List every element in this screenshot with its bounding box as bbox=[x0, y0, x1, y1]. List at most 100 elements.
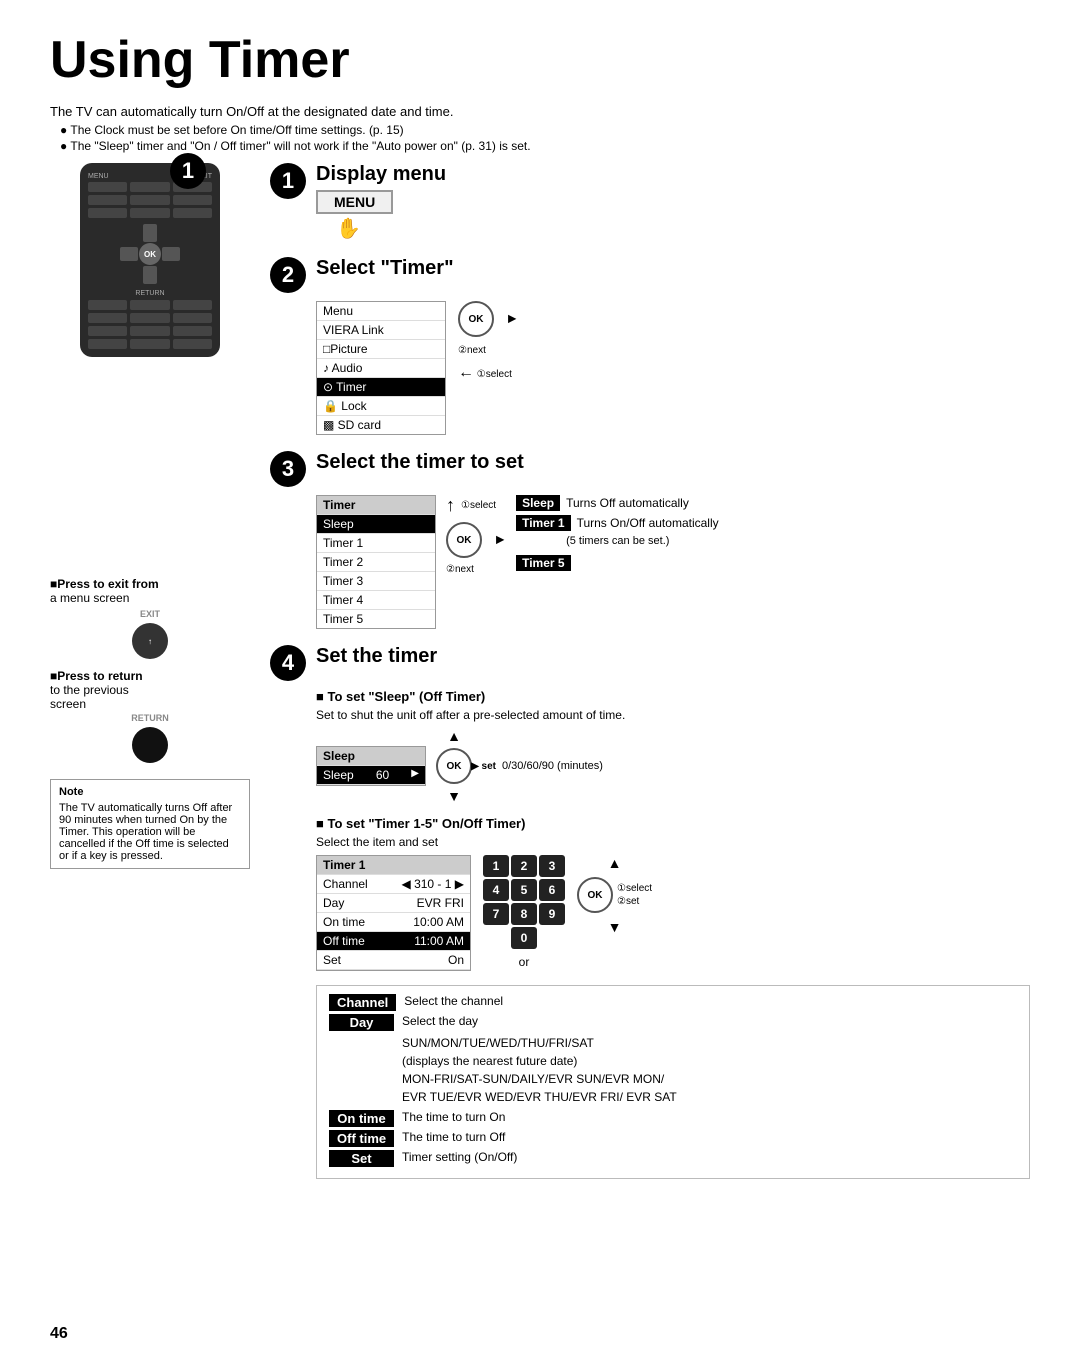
sleep-badge: Sleep bbox=[516, 495, 560, 511]
num-6[interactable]: 6 bbox=[539, 879, 565, 901]
intro-bullet2: The "Sleep" timer and "On / Off timer" w… bbox=[60, 139, 1030, 153]
numpad-area: 1 2 3 4 5 6 7 8 9 0 or bbox=[483, 855, 565, 969]
t1-day-row[interactable]: Day EVR FRI bbox=[317, 894, 470, 913]
step2-arrow-next: ②next bbox=[458, 345, 512, 356]
channel-label: Channel bbox=[329, 994, 396, 1011]
left-column: 1 MENUEXIT OK bbox=[50, 163, 250, 1195]
num-2[interactable]: 2 bbox=[511, 855, 537, 877]
num-8[interactable]: 8 bbox=[511, 903, 537, 925]
timer-item-3[interactable]: Timer 3 bbox=[317, 572, 435, 591]
sleep-box-header: Sleep bbox=[317, 747, 425, 766]
timer15-ok-button[interactable]: OK bbox=[577, 877, 613, 913]
t1-set-row[interactable]: Set On bbox=[317, 951, 470, 970]
sleep-subsection-desc: Set to shut the unit off after a pre-sel… bbox=[316, 708, 1030, 722]
remote-illustration: MENUEXIT OK RETUR bbox=[80, 163, 220, 357]
timer1-header: Timer 1 bbox=[317, 856, 470, 875]
ontime-label: On time bbox=[329, 1110, 394, 1127]
return-button-illustration bbox=[132, 727, 168, 763]
or-label: or bbox=[519, 955, 530, 969]
timer-item-5[interactable]: Timer 5 bbox=[317, 610, 435, 628]
num-4[interactable]: 4 bbox=[483, 879, 509, 901]
timer15-set-label: ②set bbox=[617, 896, 652, 907]
timer15-ok-area: ▲ OK ①select ②set ▼ bbox=[577, 855, 652, 935]
timer-item-4[interactable]: Timer 4 bbox=[317, 591, 435, 610]
timer-menu-header: Timer bbox=[317, 496, 435, 515]
timer-descriptions: Sleep Turns Off automatically Timer 1 Tu… bbox=[516, 495, 719, 571]
t1-ontime-row[interactable]: On time 10:00 AM bbox=[317, 913, 470, 932]
step2-number: 2 bbox=[270, 257, 306, 293]
timer15-subsection: ■ To set "Timer 1-5" On/Off Timer) Selec… bbox=[316, 816, 1030, 971]
intro-main: The TV can automatically turn On/Off at … bbox=[50, 104, 1030, 119]
step3-next-label: ②next bbox=[446, 564, 496, 575]
step1-title: Display menu bbox=[316, 163, 446, 186]
offtime-desc: The time to turn Off bbox=[402, 1130, 1017, 1144]
step2-title: Select "Timer" bbox=[316, 257, 454, 280]
exit-button-illustration: ↑ bbox=[132, 623, 168, 659]
num-0[interactable]: 0 bbox=[511, 927, 537, 949]
num-1[interactable]: 1 bbox=[483, 855, 509, 877]
step3-select-label: ①select bbox=[461, 500, 496, 511]
offtime-label: Off time bbox=[329, 1130, 394, 1147]
page-number: 46 bbox=[50, 1325, 68, 1343]
press-return-section: ■Press to return to the previous screen … bbox=[50, 669, 250, 763]
menu-item-sdcard[interactable]: ▩ SD card bbox=[317, 416, 445, 434]
numpad: 1 2 3 4 5 6 7 8 9 0 bbox=[483, 855, 565, 949]
set-desc: Timer setting (On/Off) bbox=[402, 1150, 1017, 1164]
step3-number: 3 bbox=[270, 451, 306, 487]
timer15-select-label: ①select bbox=[617, 883, 652, 894]
timer-item-sleep[interactable]: Sleep bbox=[317, 515, 435, 534]
step3-timer-menu: Timer Sleep Timer 1 Timer 2 Timer 3 Time… bbox=[316, 495, 436, 629]
sleep-box-row[interactable]: Sleep 60 ▶ bbox=[317, 766, 425, 785]
sleep-minutes-note: 0/30/60/90 (minutes) bbox=[502, 760, 603, 772]
menu-item-timer[interactable]: ⊙ Timer bbox=[317, 378, 445, 397]
menu-item-viera[interactable]: VIERA Link bbox=[317, 321, 445, 340]
num-7[interactable]: 7 bbox=[483, 903, 509, 925]
intro-bullet1: The Clock must be set before On time/Off… bbox=[60, 123, 1030, 137]
step2-ok-button[interactable]: OK ▶ bbox=[458, 301, 494, 337]
sleep-ok-button[interactable]: OK ▶ set bbox=[436, 748, 472, 784]
day-info-row: Day Select the day bbox=[329, 1014, 1017, 1031]
step2-menu: Menu VIERA Link □Picture ♪ Audio ⊙ Timer… bbox=[316, 301, 446, 435]
set-info-row: Set Timer setting (On/Off) bbox=[329, 1150, 1017, 1167]
offtime-info-row: Off time The time to turn Off bbox=[329, 1130, 1017, 1147]
num-5[interactable]: 5 bbox=[511, 879, 537, 901]
step3-ok-button[interactable]: OK ▶ bbox=[446, 522, 482, 558]
remote-dpad[interactable]: OK bbox=[120, 224, 180, 284]
ontime-info-row: On time The time to turn On bbox=[329, 1110, 1017, 1127]
step4-section: 4 Set the timer ■ To set "Sleep" (Off Ti… bbox=[270, 645, 1030, 1179]
timer15-desc: Select the item and set bbox=[316, 835, 1030, 849]
num-3[interactable]: 3 bbox=[539, 855, 565, 877]
step4-title: Set the timer bbox=[316, 645, 437, 668]
channel-info-row: Channel Select the channel bbox=[329, 994, 1017, 1011]
sleep-subsection-title: ■ To set "Sleep" (Off Timer) bbox=[316, 689, 1030, 704]
info-section: Channel Select the channel Day Select th… bbox=[316, 985, 1030, 1179]
note-box: Note The TV automatically turns Off afte… bbox=[50, 779, 250, 869]
day-desc: Select the day bbox=[402, 1014, 1017, 1028]
timer1-setting-box: Timer 1 Channel ◀ 310 - 1 ▶ Day EVR FRI bbox=[316, 855, 471, 971]
menu-item-lock[interactable]: 🔒 Lock bbox=[317, 397, 445, 416]
t1-channel-row[interactable]: Channel ◀ 310 - 1 ▶ bbox=[317, 875, 470, 894]
channel-desc: Select the channel bbox=[404, 994, 1017, 1008]
step2-section: 2 Select "Timer" Menu VIERA Link □Pictur… bbox=[270, 257, 1030, 435]
timer15-title: ■ To set "Timer 1-5" On/Off Timer) bbox=[316, 816, 1030, 831]
menu-item-picture[interactable]: □Picture bbox=[317, 340, 445, 359]
num-9[interactable]: 9 bbox=[539, 903, 565, 925]
timer5-badge: Timer 5 bbox=[516, 555, 570, 571]
hand-icon: ✋ bbox=[336, 216, 446, 241]
step4-number: 4 bbox=[270, 645, 306, 681]
menu-item-audio[interactable]: ♪ Audio bbox=[317, 359, 445, 378]
note-text: The TV automatically turns Off after 90 … bbox=[59, 802, 241, 862]
timer-item-2[interactable]: Timer 2 bbox=[317, 553, 435, 572]
step3-section: 3 Select the timer to set Timer Sleep Ti… bbox=[270, 451, 1030, 629]
right-column: 1 Display menu MENU ✋ 2 Select "Timer" bbox=[270, 163, 1030, 1195]
timer-item-1[interactable]: Timer 1 bbox=[317, 534, 435, 553]
t1-offtime-row[interactable]: Off time 11:00 AM bbox=[317, 932, 470, 951]
menu-item-menu[interactable]: Menu bbox=[317, 302, 445, 321]
step1-section: 1 Display menu MENU ✋ bbox=[270, 163, 1030, 241]
page-title: Using Timer bbox=[50, 30, 1030, 90]
menu-button[interactable]: MENU bbox=[316, 190, 393, 214]
sleep-setting-box: Sleep Sleep 60 ▶ bbox=[316, 746, 426, 786]
set-label: Set bbox=[329, 1150, 394, 1167]
ontime-desc: The time to turn On bbox=[402, 1110, 1017, 1124]
day-label: Day bbox=[329, 1014, 394, 1031]
